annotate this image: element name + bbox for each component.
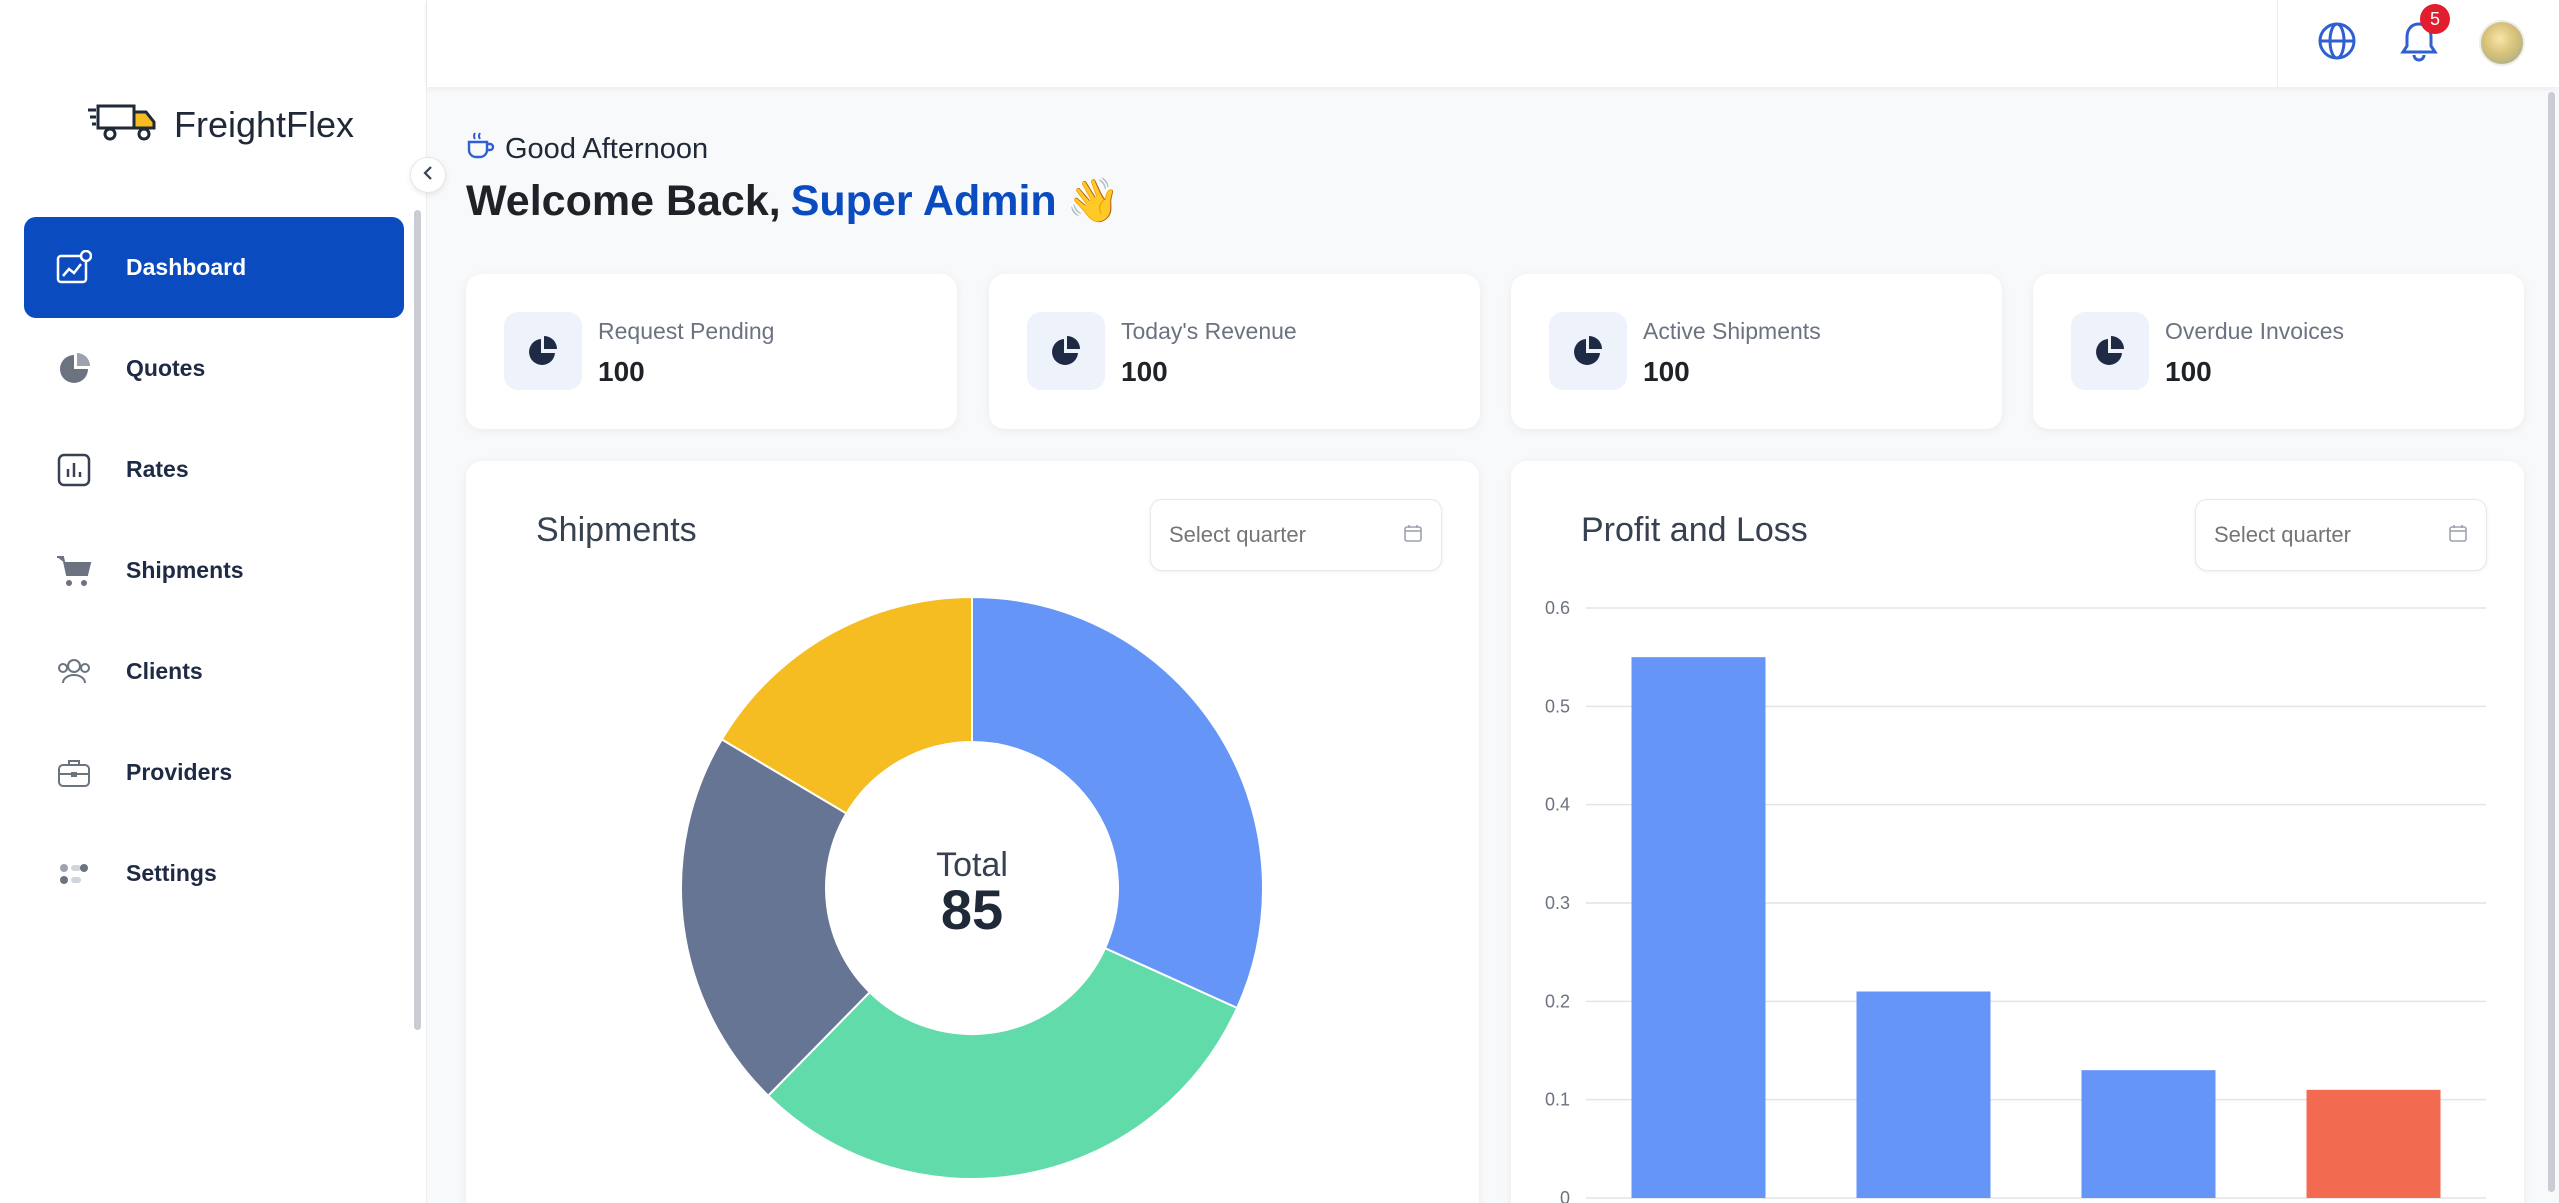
pie-icon [56,351,92,387]
y-tick-label: 0.6 [1545,598,1570,618]
notification-badge: 5 [2420,4,2450,34]
language-button[interactable] [2316,22,2358,64]
cart-icon [56,553,92,589]
main-scrollbar[interactable] [2548,92,2555,1192]
sidebar-item-settings[interactable]: Settings [24,823,404,924]
collapse-sidebar-button[interactable] [410,157,446,193]
users-icon [56,654,92,690]
avatar[interactable] [2479,20,2525,66]
sidebar-item-label: Providers [126,759,233,785]
settings-icon [56,856,92,892]
shipments-panel: Shipments Total 85 [466,461,1479,1203]
sidebar-item-label: Dashboard [126,254,247,280]
sidebar-item-clients[interactable]: Clients [24,621,404,722]
profit-loss-bar-chart: 0 0.1 0.2 0.3 0.4 0.5 0.6 [1545,598,2486,1203]
topbar-divider [2277,0,2278,87]
user-name: Super Admin [790,176,1057,225]
y-tick-label: 0.5 [1545,696,1570,716]
shipments-donut-chart: Total 85 [680,595,1264,1180]
page-title: Welcome Back, Super Admin 👋 [466,176,1120,226]
sidebar-item-providers[interactable]: Providers [24,722,404,823]
globe-icon [2317,21,2357,66]
stat-label: Overdue Invoices [2165,318,2344,344]
stat-card-todays-revenue[interactable]: Today's Revenue 100 [989,274,1480,429]
coffee-icon [465,130,495,168]
wave-emoji: 👋 [1066,177,1121,225]
stat-value: 100 [2165,356,2212,387]
stat-value: 100 [1643,356,1690,387]
stat-label: Active Shipments [1643,318,1821,344]
sidebar: FreightFlex Dashboard Quotes Rates Shipm… [0,0,427,1203]
notifications-button[interactable]: 5 [2398,4,2450,64]
profit-loss-panel: Profit and Loss 00.10.20.30.40.50.6 [1511,461,2524,1203]
briefcase-icon [56,755,92,791]
sidebar-item-label: Quotes [126,355,206,381]
stat-label: Today's Revenue [1121,318,1297,344]
stat-value: 100 [1121,356,1168,387]
truck-logo-icon [88,100,160,149]
sidebar-item-label: Clients [126,658,203,684]
sidebar-item-rates[interactable]: Rates [24,419,404,520]
chevron-left-icon [420,165,436,186]
sidebar-item-label: Settings [126,860,217,886]
brand-name: FreightFlex [174,103,355,145]
welcome-prefix: Welcome Back, [466,176,781,225]
y-tick-label: 0.4 [1545,795,1570,815]
sidebar-item-label: Shipments [126,557,244,583]
sidebar-item-quotes[interactable]: Quotes [24,318,404,419]
stat-card-request-pending[interactable]: Request Pending 100 [466,274,957,429]
pie-chart-icon [2071,312,2149,390]
sidebar-scrollbar[interactable] [414,210,421,1030]
topbar: 5 [427,0,2559,87]
stat-card-overdue-invoices[interactable]: Overdue Invoices 100 [2033,274,2524,429]
greeting-text: Good Afternoon [505,132,709,165]
y-tick-label: 0.2 [1545,991,1570,1011]
bar[interactable] [2306,1089,2441,1198]
brand-logo[interactable]: FreightFlex [88,100,354,149]
greeting: Good Afternoon [465,130,708,168]
y-tick-label: 0 [1560,1188,1570,1203]
pie-chart-icon [1027,312,1105,390]
pie-chart-icon [504,312,582,390]
sidebar-item-shipments[interactable]: Shipments [24,520,404,621]
bar[interactable] [1856,991,1991,1199]
y-tick-label: 0.1 [1545,1090,1570,1110]
bar[interactable] [1631,657,1766,1198]
sidebar-item-dashboard[interactable]: Dashboard [24,217,404,318]
dashboard-icon [56,249,92,286]
donut-slice[interactable] [971,595,1264,1010]
bar-chart-icon [56,452,92,488]
stat-value: 100 [598,356,645,387]
pie-chart-icon [1549,312,1627,390]
stat-card-active-shipments[interactable]: Active Shipments 100 [1511,274,2002,429]
y-tick-label: 0.3 [1545,893,1570,913]
bar[interactable] [2081,1070,2216,1198]
donut-center-value: 85 [941,878,1003,941]
sidebar-item-label: Rates [126,456,189,482]
sidebar-nav: Dashboard Quotes Rates Shipments Clients [24,217,404,924]
stat-label: Request Pending [598,318,775,344]
